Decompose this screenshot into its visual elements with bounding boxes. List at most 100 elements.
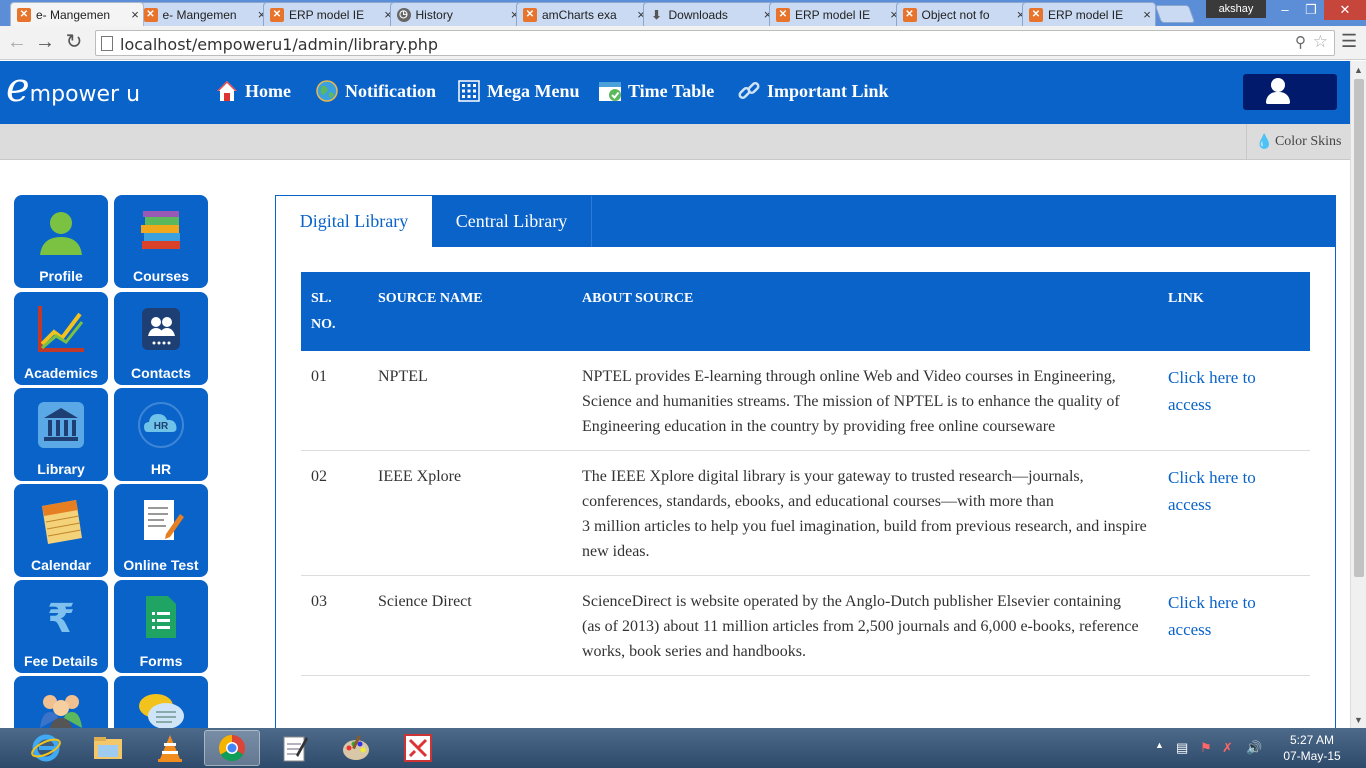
browser-tab-title: e- Mangemen [36,7,111,22]
browser-tab-title: Downloads [668,7,728,22]
restore-button[interactable]: ❐ [1298,0,1324,20]
browser-tab[interactable]: ✕ ERP model IE × [1022,2,1156,26]
address-bar-row: ← → ↻ localhost/empoweru1/admin/library.… [0,26,1366,60]
tile-label: Courses [132,268,190,284]
calendar-icon [42,500,82,544]
minimize-button[interactable]: – [1272,0,1298,20]
tile-hr[interactable]: HR HR [114,388,208,481]
xampp-icon[interactable] [390,730,446,766]
url-text: localhost/empoweru1/admin/library.php [120,35,439,54]
tab-close-icon[interactable]: × [1139,7,1155,22]
scroll-up-arrow[interactable]: ▲ [1354,65,1363,75]
vertical-scrollbar[interactable]: ▲ ▼ [1350,61,1366,728]
reload-button[interactable]: ↻ [62,30,86,54]
tile-library[interactable]: Library [14,388,108,481]
color-skins-button[interactable]: 💧 Color Skins [1246,124,1350,160]
tile-chat[interactable] [114,676,208,728]
paint-icon[interactable] [328,730,384,766]
ie-icon[interactable] [18,730,74,766]
cell-sl-no: 01 [301,351,368,451]
tray-device-icon[interactable]: ▤ [1176,740,1188,756]
table-row: 01 NPTEL NPTEL provides E-learning through… [301,351,1310,451]
app-logo[interactable]: empower u [6,68,141,108]
browser-tab[interactable]: ✕ ERP model IE × [263,2,397,26]
header-source-name: SOURCE NAME [368,272,572,351]
browser-tab[interactable]: ✕ amCharts exa × [516,2,650,26]
browser-tab[interactable]: ✕ e- Mangemen × [10,2,144,26]
zoom-icon[interactable]: ⚲ [1295,33,1306,51]
browser-tab-title: Object not fo [921,7,990,22]
browser-tab[interactable]: ⬇ Downloads × [642,2,777,26]
tile-contacts[interactable]: Contacts [114,292,208,385]
table-row: 03 Science Direct ScienceDirect is website… [301,575,1310,676]
nav-mega-menu[interactable]: Mega Menu [457,79,579,103]
tile-label: Contacts [131,365,191,381]
tray-network-icon[interactable]: ✗ [1222,740,1233,756]
browser-tab[interactable]: ✕ ERP model IE × [769,2,903,26]
forward-button[interactable]: → [33,30,57,54]
tile-calendar[interactable]: Calendar [14,484,108,577]
nav-time-table-label: Time Table [628,80,715,101]
nav-important-link-label: Important Link [767,80,889,101]
about-line: (as of 2013) about 11 million articles f… [582,618,1139,660]
scroll-down-arrow[interactable]: ▼ [1354,715,1363,725]
tile-fee-details[interactable]: ₹ Fee Details [14,580,108,673]
url-input[interactable]: localhost/empoweru1/admin/library.php ⚲ … [95,30,1335,56]
user-menu-button[interactable] [1243,74,1337,110]
grid-icon [457,79,481,103]
chrome-icon[interactable] [204,730,260,766]
nav-important-link[interactable]: Important Link [737,79,889,103]
browser-menu-icon[interactable]: ☰ [1341,31,1357,52]
logo-text: mpower u [29,82,141,107]
tile-online-test[interactable]: Online Test [114,484,208,577]
cell-source-name: IEEE Xplore [368,450,572,576]
calendar-check-icon [598,79,622,103]
tile-forms[interactable]: Forms [114,580,208,673]
books-icon [141,211,180,249]
cell-sl-no: 03 [301,575,368,676]
browser-tab[interactable]: ✕ e- Mangemen × [136,2,271,26]
xampp-icon: ✕ [523,7,537,22]
notepad-icon[interactable] [266,730,322,766]
tile-users[interactable] [14,676,108,728]
about-line: 3 million articles to help you fuel imag… [582,518,1147,560]
clock[interactable]: 5:27 AM 07-May-15 [1272,732,1352,764]
nav-notification-label: Notification [345,80,436,101]
logo-e: e [6,65,30,111]
nav-home[interactable]: Home [215,79,291,103]
access-link[interactable]: Click here to access [1158,351,1310,451]
page-icon [101,36,113,51]
tile-courses[interactable]: Courses [114,195,208,288]
tray-flag-icon[interactable]: ⚑ [1200,740,1212,756]
browser-tab[interactable]: ◷ History × [389,2,524,26]
scrollbar-thumb[interactable] [1354,79,1364,577]
person-icon [40,212,82,255]
access-link[interactable]: Click here to access [1158,450,1310,576]
browser-user-badge[interactable]: akshay [1206,0,1266,18]
contacts-icon [142,308,180,350]
tab-central-library[interactable]: Central Library [432,196,592,247]
new-tab-button[interactable] [1154,5,1196,23]
tile-academics[interactable]: Academics [14,292,108,385]
browser-tab[interactable]: ✕ Object not fo × [895,2,1030,26]
explorer-icon[interactable] [80,730,136,766]
sub-toolbar: 💧 Color Skins [0,124,1350,160]
tray-volume-icon[interactable]: 🔊 [1246,740,1262,756]
nav-notification[interactable]: Notification [315,79,436,103]
chat-icon [139,694,184,728]
access-link[interactable]: Click here to access [1158,575,1310,676]
back-button[interactable]: ← [5,30,29,54]
vlc-icon[interactable] [142,730,198,766]
table-row: 02 IEEE Xplore The IEEE Xplore digital lib… [301,450,1310,576]
nav-time-table[interactable]: Time Table [598,79,714,103]
tray-expand-icon[interactable]: ▲ [1155,740,1164,750]
close-window-button[interactable]: ✕ [1324,0,1366,20]
tab-close-icon[interactable]: × [127,7,143,22]
tile-profile[interactable]: Profile [14,195,108,288]
tab-digital-library[interactable]: Digital Library [276,196,432,247]
rupee-icon: ₹ [47,596,75,642]
nav-mega-menu-label: Mega Menu [487,80,580,101]
browser-tab-title: History [415,7,453,22]
bookmark-star-icon[interactable]: ☆ [1313,32,1328,52]
about-line: Science and humanities streams. The miss… [582,393,1120,410]
